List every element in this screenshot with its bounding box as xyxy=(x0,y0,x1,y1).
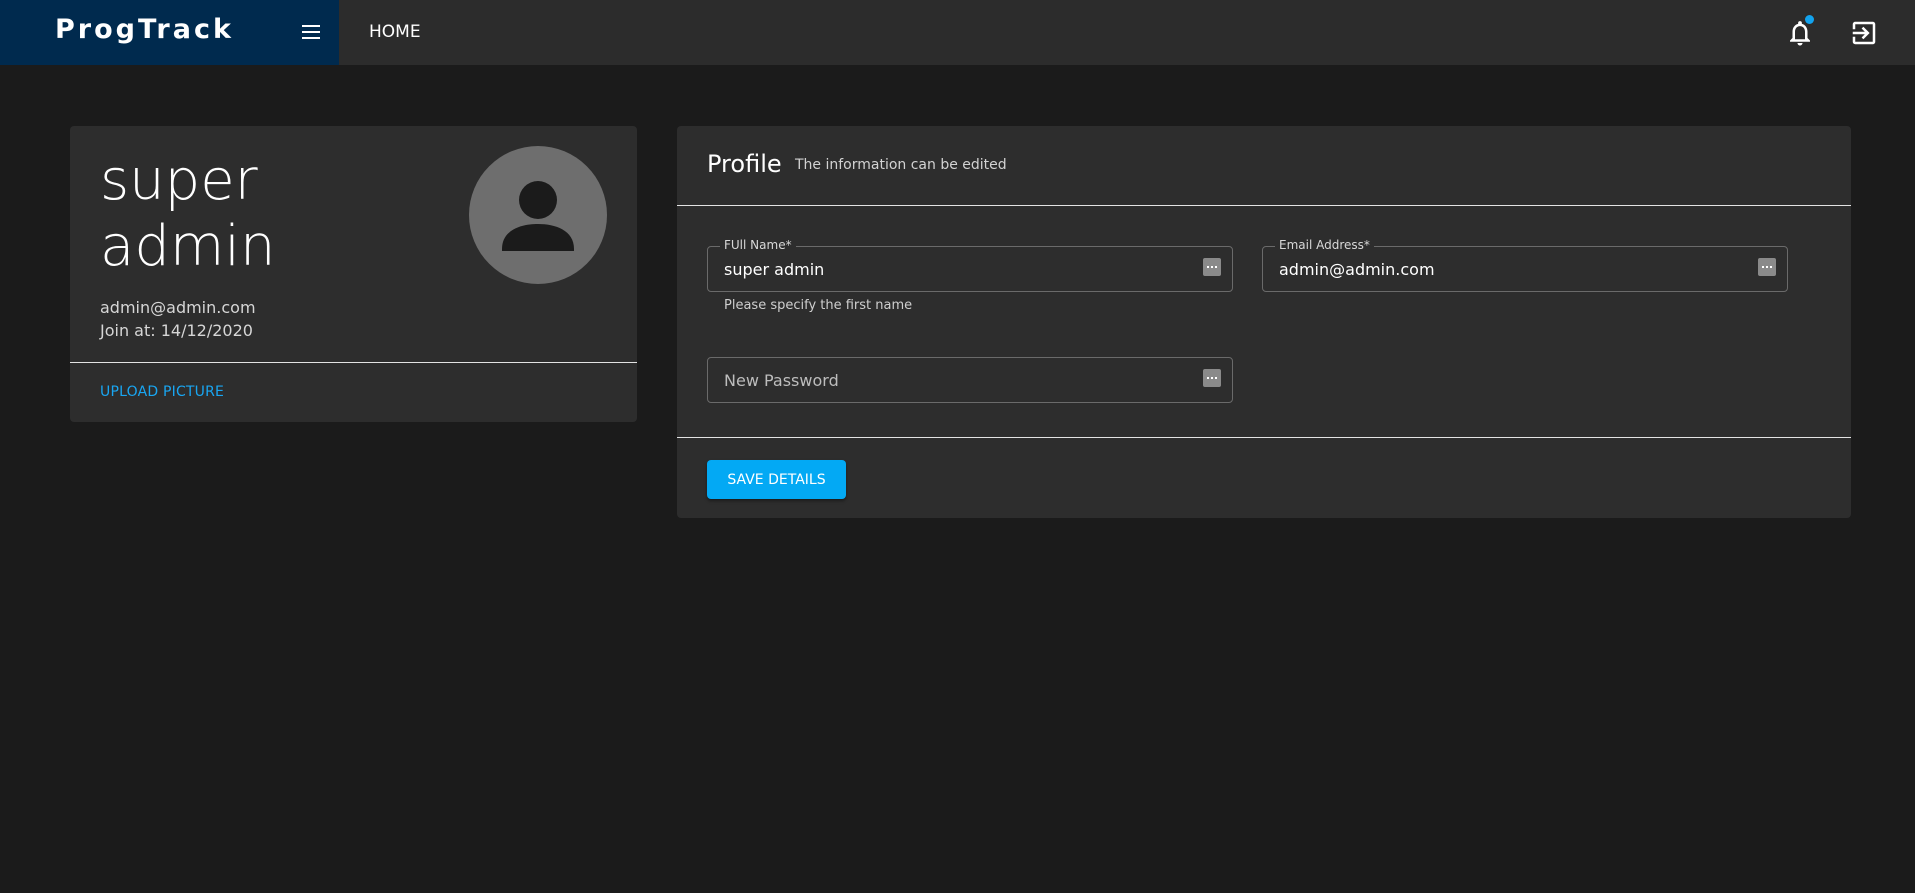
top-app-bar: ProgTrack HOME xyxy=(0,0,1915,65)
header-divider xyxy=(677,205,1851,206)
user-summary-card: super admin admin@admin.com Join at: 14/… xyxy=(70,126,637,422)
notification-badge xyxy=(1805,15,1814,24)
user-join-date: Join at: 14/12/2020 xyxy=(100,321,253,340)
password-manager-icon[interactable] xyxy=(1758,258,1776,276)
user-display-name: super admin xyxy=(100,148,276,279)
brand-title: ProgTrack xyxy=(55,14,234,45)
profile-title: Profile xyxy=(707,150,782,178)
new-password-input[interactable] xyxy=(724,358,1188,402)
full-name-field: FUll Name* xyxy=(707,238,1233,292)
hamburger-menu-icon[interactable] xyxy=(298,21,324,43)
password-manager-icon[interactable] xyxy=(1203,258,1221,276)
bell-icon[interactable] xyxy=(1785,15,1815,48)
full-name-input[interactable] xyxy=(724,247,1188,291)
brand-area: ProgTrack xyxy=(0,0,339,65)
email-field: Email Address* xyxy=(1262,238,1788,292)
footer-divider xyxy=(677,437,1851,438)
avatar xyxy=(469,146,607,284)
password-manager-icon[interactable] xyxy=(1203,369,1221,387)
person-icon xyxy=(502,181,574,251)
nav-home-link[interactable]: HOME xyxy=(369,22,421,42)
full-name-helper: Please specify the first name xyxy=(724,298,913,313)
card-divider xyxy=(70,362,637,363)
upload-picture-button[interactable]: UPLOAD PICTURE xyxy=(100,384,224,400)
logout-icon[interactable] xyxy=(1849,18,1879,48)
save-details-button[interactable]: SAVE DETAILS xyxy=(707,460,846,499)
user-email: admin@admin.com xyxy=(100,298,256,317)
profile-form-card: Profile The information can be edited FU… xyxy=(677,126,1851,518)
new-password-field xyxy=(707,357,1233,403)
profile-subtitle: The information can be edited xyxy=(795,157,1007,173)
email-input[interactable] xyxy=(1279,247,1743,291)
